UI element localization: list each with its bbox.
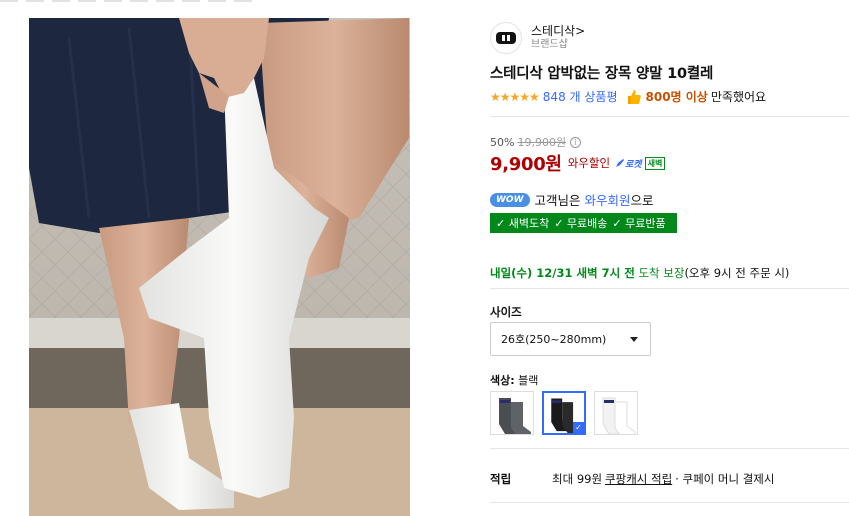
wow-text-suffix: 으로 <box>630 193 654 208</box>
sale-price: 9,900원 <box>490 154 562 175</box>
star-rating-icon[interactable]: ★★★★★ <box>490 90 540 104</box>
size-selected-value: 26호(250~280mm) <box>501 333 607 346</box>
divider <box>490 502 849 503</box>
delivery-note: (오후 9시 전 주문 시) <box>684 266 790 280</box>
thumbs-up-icon <box>627 89 641 104</box>
points-row: 적립 최대 99원 쿠팡캐시 적립 · 쿠페이 머니 결제시 <box>490 471 774 487</box>
benefit-free-return: ✓ 무료반품 <box>612 217 666 230</box>
brand-name[interactable]: 스테디삭 <box>531 24 575 38</box>
rocket-dawn-badge: 로켓 새벽 <box>615 156 666 170</box>
product-photo <box>29 18 410 516</box>
check-icon: ✓ <box>573 422 584 433</box>
divider <box>490 448 849 449</box>
discount-rate: 50% <box>490 135 515 149</box>
product-title: 스테디삭 압박없는 장목 양말 10켤레 <box>490 66 714 82</box>
brand-subtitle: 브랜드샵 <box>531 39 568 51</box>
swatch-black[interactable]: ✓ <box>542 391 586 435</box>
wow-text-prefix: 고객님은 <box>534 193 581 208</box>
top-strip-decoration <box>0 0 260 2</box>
original-price: 19,900원 <box>517 136 567 149</box>
divider <box>490 288 849 289</box>
delivery-date: 내일(수) 12/31 새벽 7시 전 <box>490 266 635 280</box>
sock-gray-icon <box>499 398 531 434</box>
color-label-prefix: 색상: <box>490 374 515 387</box>
price-row: 9,900원 와우할인 로켓 새벽 <box>490 150 666 176</box>
satisfaction-suffix: 만족했어요 <box>710 90 767 104</box>
rating-row: ★★★★★ 848 개 상품평 800명 이상 만족했어요 <box>490 88 766 105</box>
points-max: 최대 99원 <box>552 472 603 486</box>
brand-logo[interactable] <box>490 22 522 54</box>
delivery-guarantee: 도착 보장 <box>638 266 685 280</box>
caret-down-icon <box>630 337 638 342</box>
swatch-white[interactable] <box>594 391 638 435</box>
points-label: 적립 <box>490 472 512 486</box>
info-icon[interactable]: i <box>570 136 582 148</box>
wow-member-link[interactable]: 와우회원 <box>585 193 631 208</box>
points-tail: · 쿠페이 머니 결제시 <box>675 472 775 486</box>
color-label: 색상: 블랙 <box>490 372 538 388</box>
size-select[interactable]: 26호(250~280mm) <box>490 322 651 356</box>
delivery-row: 내일(수) 12/31 새벽 7시 전 도착 보장(오후 9시 전 주문 시) <box>490 265 789 281</box>
coupang-cash-link[interactable]: 쿠팡캐시 적립 <box>605 471 672 487</box>
divider <box>490 116 849 117</box>
benefit-dawn-delivery: ✓ 새벽도착 <box>496 217 550 230</box>
benefit-free-shipping: ✓ 무료배송 <box>554 217 608 230</box>
rocket-label: 로켓 <box>625 159 642 170</box>
color-selected-value: 블랙 <box>518 374 539 387</box>
discount-row: 50% 19,900원 i <box>490 134 582 150</box>
top-strip <box>0 0 849 6</box>
size-label: 사이즈 <box>490 305 522 319</box>
wow-discount-label: 와우할인 <box>567 156 611 170</box>
benefit-bar: ✓ 새벽도착 ✓ 무료배송 ✓ 무료반품 <box>490 213 677 233</box>
wow-member-row: WOW 고객님은 와우회원으로 <box>490 190 654 209</box>
satisfaction-count: 800명 이상 <box>645 90 708 104</box>
review-count-link[interactable]: 848 개 상품평 <box>543 88 618 105</box>
dawn-badge: 새벽 <box>644 156 666 170</box>
rocket-icon <box>616 159 625 167</box>
sock-white-icon <box>602 397 636 434</box>
swatch-gray[interactable] <box>490 391 534 435</box>
color-swatches: ✓ <box>490 391 646 435</box>
chevron-right-icon: > <box>575 24 586 39</box>
brand-link[interactable]: 스테디삭> 브랜드샵 <box>490 20 585 56</box>
wow-badge: WOW <box>490 192 530 207</box>
product-image[interactable] <box>29 18 410 516</box>
